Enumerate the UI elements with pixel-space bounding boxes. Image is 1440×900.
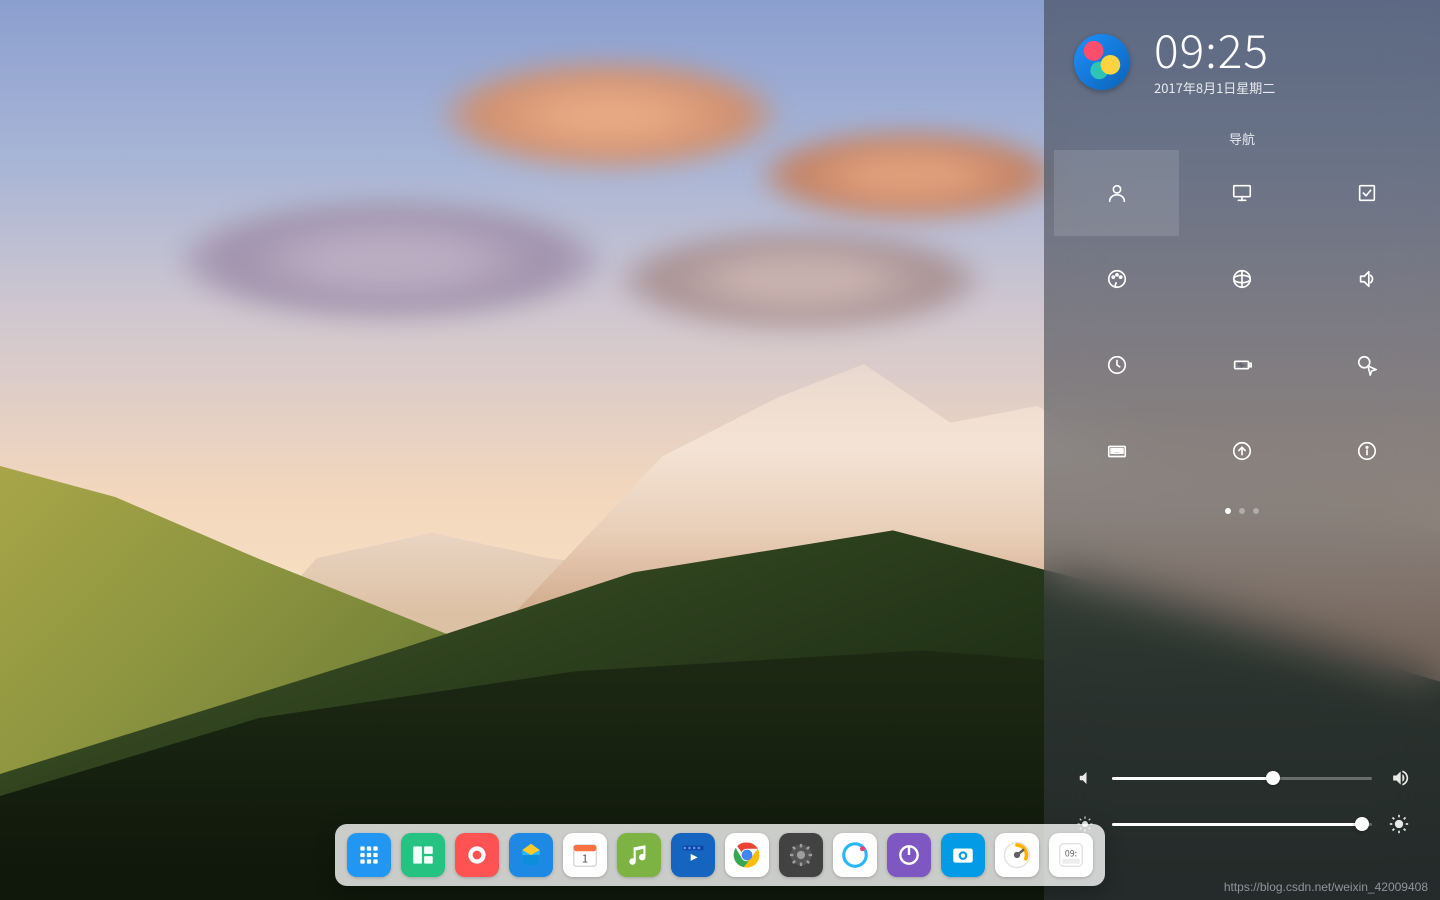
brightness-high-icon — [1388, 814, 1410, 834]
sound-icon — [1356, 268, 1378, 290]
brightness-slider-row — [1074, 814, 1410, 834]
multitask-icon — [410, 842, 436, 868]
dock-settings[interactable] — [779, 833, 823, 877]
dock-widget[interactable]: 09: — [1049, 833, 1093, 877]
dock-power[interactable] — [887, 833, 931, 877]
defaults-icon — [1356, 182, 1378, 204]
nav-tile-sound[interactable] — [1305, 236, 1430, 322]
mouse-icon — [1356, 354, 1378, 376]
dock-launcher[interactable] — [347, 833, 391, 877]
dock-calendar[interactable]: 1 — [563, 833, 607, 877]
launcher-icon — [356, 842, 382, 868]
nav-tile-network[interactable] — [1179, 236, 1304, 322]
power-icon — [896, 842, 922, 868]
video-icon — [679, 841, 707, 869]
datetime-icon — [1106, 354, 1128, 376]
power-icon — [1231, 354, 1253, 376]
screenshot-icon — [464, 842, 490, 868]
screencap-icon — [950, 842, 976, 868]
brightness-slider[interactable] — [1112, 823, 1372, 826]
watermark: https://blog.csdn.net/weixin_42009408 — [1224, 880, 1428, 894]
monitor-icon — [1002, 840, 1032, 870]
volume-low-icon — [1074, 769, 1096, 787]
nav-tile-display[interactable] — [1179, 150, 1304, 236]
svg-text:09:: 09: — [1065, 846, 1077, 859]
volume-slider[interactable] — [1112, 777, 1372, 780]
clock: 09:25 2017年8月1日星期二 — [1154, 26, 1275, 97]
nav-tile-defaults[interactable] — [1305, 150, 1430, 236]
calendar-icon: 1 — [570, 840, 600, 870]
pager-dot[interactable] — [1225, 508, 1231, 514]
personalization-icon — [1106, 268, 1128, 290]
volume-high-icon — [1388, 768, 1410, 788]
dock-chrome[interactable] — [725, 833, 769, 877]
pager-dot[interactable] — [1253, 508, 1259, 514]
user-avatar[interactable] — [1074, 34, 1130, 90]
appstore-icon — [516, 840, 546, 870]
dock-monitor[interactable] — [995, 833, 1039, 877]
nav-tile-accounts[interactable] — [1054, 150, 1179, 236]
dock-video[interactable] — [671, 833, 715, 877]
desktop: 09:25 2017年8月1日星期二 导航 — [0, 0, 1440, 900]
nav-pager[interactable] — [1044, 508, 1440, 514]
keyboard-icon — [1106, 440, 1128, 462]
clock-time: 09:25 — [1154, 26, 1275, 72]
nav-tile-keyboard[interactable] — [1054, 408, 1179, 494]
music-icon — [626, 842, 652, 868]
chrome-icon — [732, 840, 762, 870]
dock-screenshot[interactable] — [455, 833, 499, 877]
panel-header: 09:25 2017年8月1日星期二 — [1044, 0, 1440, 115]
systeminfo-icon — [1356, 440, 1378, 462]
dock-music[interactable] — [617, 833, 661, 877]
widget-icon: 09: — [1056, 840, 1086, 870]
settings-icon — [787, 841, 815, 869]
control-center-panel: 09:25 2017年8月1日星期二 导航 — [1044, 0, 1440, 900]
nav-tile-power[interactable] — [1179, 322, 1304, 408]
update-icon — [1231, 440, 1253, 462]
nav-tile-datetime[interactable] — [1054, 322, 1179, 408]
nav-tile-update[interactable] — [1179, 408, 1304, 494]
nav-grid — [1044, 150, 1440, 494]
dock-appstore[interactable] — [509, 833, 553, 877]
svg-text:1: 1 — [582, 851, 588, 867]
display-icon — [1231, 182, 1253, 204]
accounts-icon — [1106, 182, 1128, 204]
dock: 1 09: — [335, 824, 1105, 886]
volume-slider-row — [1074, 768, 1410, 788]
nav-tile-systeminfo[interactable] — [1305, 408, 1430, 494]
assistant-icon — [840, 840, 870, 870]
network-icon — [1231, 268, 1253, 290]
nav-tile-mouse[interactable] — [1305, 322, 1430, 408]
dock-screencap[interactable] — [941, 833, 985, 877]
clock-date: 2017年8月1日星期二 — [1154, 78, 1275, 97]
pager-dot[interactable] — [1239, 508, 1245, 514]
dock-assistant[interactable] — [833, 833, 877, 877]
dock-multitask[interactable] — [401, 833, 445, 877]
nav-section-title: 导航 — [1044, 129, 1440, 148]
nav-tile-personalization[interactable] — [1054, 236, 1179, 322]
